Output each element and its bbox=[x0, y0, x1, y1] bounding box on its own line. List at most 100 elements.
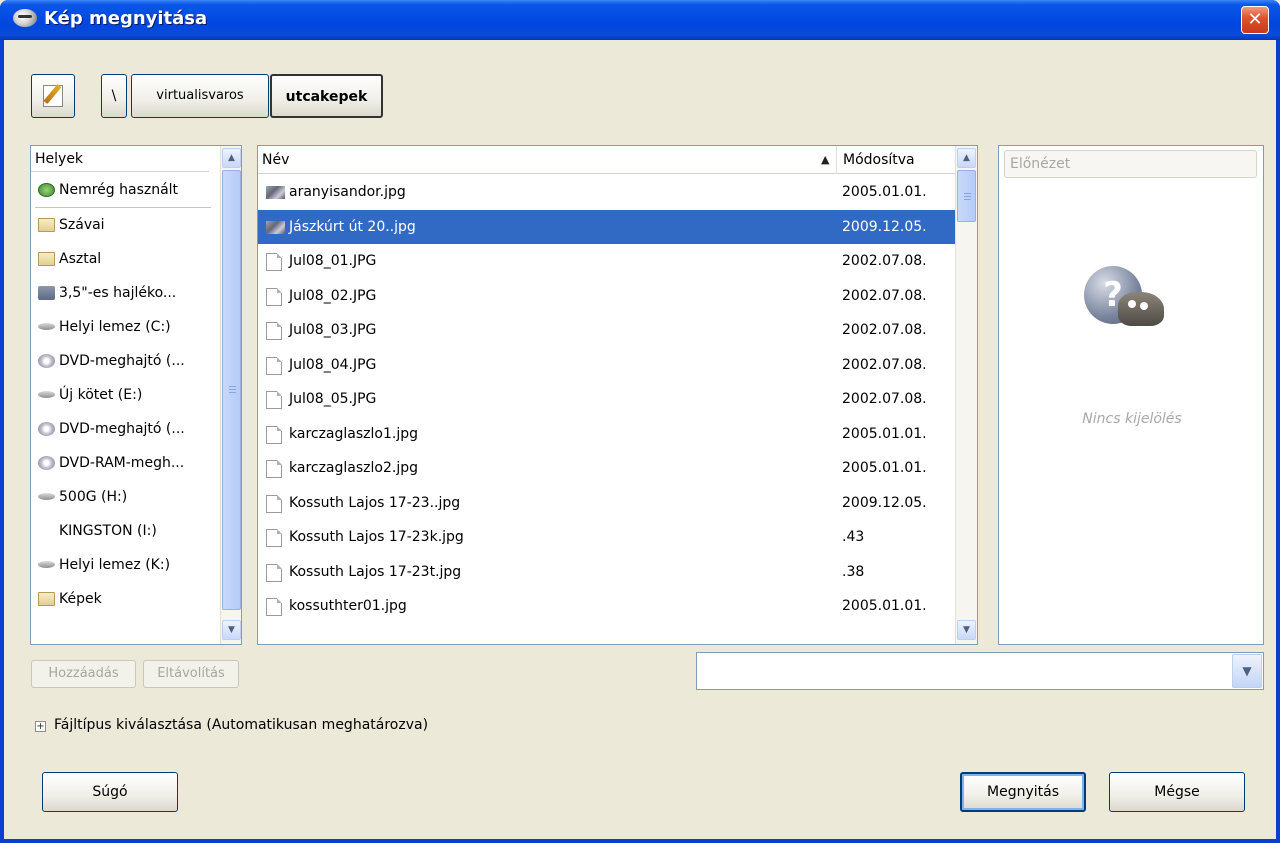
file-row[interactable]: aranyisandor.jpg 2005.01.01. bbox=[258, 175, 955, 210]
file-row[interactable]: Jászkúrt út 20..jpg 2009.12.05. bbox=[258, 209, 955, 244]
title-bar[interactable]: Kép megnyitása ✕ bbox=[0, 0, 1280, 40]
floppy-icon bbox=[38, 286, 55, 300]
places-header[interactable]: Helyek bbox=[31, 146, 209, 172]
image-thumbnail-icon bbox=[266, 186, 285, 199]
place-label: Új kötet (E:) bbox=[59, 387, 143, 403]
file-name: Kossuth Lajos 17-23t.jpg bbox=[289, 563, 462, 580]
file-row[interactable]: Jul08_03.JPG 2002.07.08. bbox=[258, 313, 955, 348]
document-icon bbox=[266, 425, 282, 444]
file-name: kossuthter01.jpg bbox=[289, 598, 407, 614]
scroll-down-arrow-icon[interactable]: ▼ bbox=[957, 620, 976, 640]
file-name: karczaglaszlo2.jpg bbox=[289, 460, 418, 476]
place-drive-c[interactable]: Helyi lemez (C:) bbox=[31, 310, 217, 344]
document-icon bbox=[266, 253, 282, 271]
scroll-thumb[interactable] bbox=[957, 170, 976, 222]
file-row[interactable]: Jul08_02.JPG 2002.07.08. bbox=[258, 279, 955, 314]
file-row[interactable]: karczaglaszlo2.jpg 2005.01.01. bbox=[258, 451, 955, 486]
place-label: 500G (H:) bbox=[59, 489, 128, 505]
file-row[interactable]: Kossuth Lajos 17-23k.jpg .43 bbox=[258, 520, 955, 555]
file-name: Kossuth Lajos 17-23..jpg bbox=[289, 494, 461, 511]
document-icon bbox=[266, 391, 282, 409]
preview-header[interactable]: Előnézet bbox=[1004, 150, 1257, 178]
file-list-panel: Név ▲ Módosítva aranyisandor.jpg 2005.01.… bbox=[257, 145, 978, 645]
folder-icon bbox=[38, 252, 55, 266]
type-location-button[interactable] bbox=[31, 74, 75, 118]
filetype-expander-label[interactable]: Fájltípus kiválasztása (Automatikusan me… bbox=[54, 717, 428, 733]
document-icon bbox=[266, 494, 282, 513]
scroll-grip bbox=[229, 392, 236, 393]
place-drive-i[interactable]: KINGSTON (I:) bbox=[31, 514, 217, 548]
file-row[interactable]: kossuthter01.jpg 2005.01.01. bbox=[258, 589, 955, 624]
hard-drive-icon bbox=[38, 391, 55, 398]
scroll-down-arrow-icon[interactable]: ▼ bbox=[222, 620, 241, 640]
document-icon bbox=[266, 529, 282, 547]
chevron-down-icon[interactable]: ▼ bbox=[1232, 654, 1262, 688]
column-header-name[interactable]: Név bbox=[262, 146, 289, 174]
places-scrollbar[interactable]: ▲ ▼ bbox=[220, 146, 241, 644]
remove-bookmark-button[interactable]: Eltávolítás bbox=[143, 660, 239, 688]
scroll-thumb[interactable] bbox=[222, 170, 241, 610]
file-modified-date: .38 bbox=[842, 563, 865, 580]
document-icon bbox=[266, 356, 282, 375]
file-name: Jul08_04.JPG bbox=[289, 356, 377, 373]
close-button[interactable]: ✕ bbox=[1241, 6, 1269, 34]
file-list: aranyisandor.jpg 2005.01.01. Jászkúrt út 2… bbox=[258, 175, 955, 624]
scroll-up-arrow-icon[interactable]: ▲ bbox=[222, 148, 241, 168]
place-dvd-d[interactable]: DVD-meghajtó (... bbox=[31, 344, 217, 378]
place-label: KINGSTON (I:) bbox=[59, 523, 157, 539]
column-header-modified[interactable]: Módosítva bbox=[836, 146, 955, 174]
breadcrumb-virtualisvaros[interactable]: virtualisvaros bbox=[131, 74, 269, 118]
place-label: DVD-meghajtó (... bbox=[59, 421, 185, 437]
place-label: DVD-RAM-megh... bbox=[59, 455, 185, 471]
dvd-drive-icon bbox=[38, 354, 55, 368]
file-row[interactable]: Jul08_05.JPG 2002.07.08. bbox=[258, 382, 955, 417]
help-button[interactable]: Súgó bbox=[42, 772, 178, 812]
file-modified-date: 2005.01.01. bbox=[842, 184, 927, 200]
file-row[interactable]: Jul08_01.JPG 2002.07.08. bbox=[258, 244, 955, 279]
places-panel: Helyek Nemrég használt Szávai Asztal 3,5… bbox=[30, 145, 242, 645]
document-icon bbox=[266, 322, 282, 340]
document-icon bbox=[266, 460, 282, 478]
place-drive-k[interactable]: Helyi lemez (K:) bbox=[31, 548, 217, 582]
file-modified-date: 2005.01.01. bbox=[842, 598, 927, 614]
place-recent[interactable]: Nemrég használt bbox=[31, 173, 217, 207]
breadcrumb-utcakepek[interactable]: utcakepek bbox=[270, 74, 383, 118]
scroll-grip bbox=[229, 389, 236, 390]
place-floppy[interactable]: 3,5"-es hajléko... bbox=[31, 276, 217, 310]
add-bookmark-button[interactable]: Hozzáadás bbox=[31, 660, 136, 688]
open-button[interactable]: Megnyitás bbox=[960, 772, 1086, 812]
hard-drive-icon bbox=[38, 561, 55, 568]
document-icon bbox=[266, 563, 282, 582]
cancel-button[interactable]: Mégse bbox=[1109, 772, 1245, 812]
expand-plus-icon[interactable]: + bbox=[35, 721, 46, 732]
place-szavai[interactable]: Szávai bbox=[31, 208, 217, 242]
scroll-grip bbox=[964, 196, 971, 197]
file-row[interactable]: Jul08_04.JPG 2002.07.08. bbox=[258, 348, 955, 383]
place-asztal[interactable]: Asztal bbox=[31, 242, 217, 276]
place-label: Képek bbox=[59, 591, 102, 607]
place-drive-h[interactable]: 500G (H:) bbox=[31, 480, 217, 514]
no-preview-icon: ? bbox=[1084, 266, 1164, 346]
place-dvd-ram[interactable]: DVD-RAM-megh... bbox=[31, 446, 217, 480]
file-modified-date: 2002.07.08. bbox=[842, 356, 927, 373]
place-dvd-f[interactable]: DVD-meghajtó (... bbox=[31, 412, 217, 446]
file-name: Jászkúrt út 20..jpg bbox=[289, 218, 416, 235]
file-open-dialog: Kép megnyitása ✕ \ virtualisvaros utcake… bbox=[0, 0, 1280, 843]
scroll-grip bbox=[964, 193, 971, 194]
file-filter-combo[interactable]: ▼ bbox=[696, 652, 1264, 690]
scroll-up-arrow-icon[interactable]: ▲ bbox=[957, 148, 976, 168]
place-label: Asztal bbox=[59, 251, 102, 267]
file-modified-date: 2002.07.08. bbox=[842, 391, 927, 407]
folder-icon bbox=[38, 592, 55, 606]
file-row[interactable]: karczaglaszlo1.jpg 2005.01.01. bbox=[258, 417, 955, 452]
place-kepek[interactable]: Képek bbox=[31, 582, 217, 616]
place-drive-e[interactable]: Új kötet (E:) bbox=[31, 378, 217, 412]
no-selection-text: Nincs kijelölés bbox=[1082, 411, 1182, 427]
breadcrumb-root[interactable]: \ bbox=[101, 74, 127, 118]
file-modified-date: 2005.01.01. bbox=[842, 460, 927, 476]
document-icon bbox=[266, 287, 282, 306]
files-scrollbar[interactable]: ▲ ▼ bbox=[955, 146, 977, 644]
file-row[interactable]: Kossuth Lajos 17-23t.jpg .38 bbox=[258, 555, 955, 590]
dialog-body: \ virtualisvaros utcakepek Helyek Nemrég… bbox=[4, 40, 1276, 839]
file-row[interactable]: Kossuth Lajos 17-23..jpg 2009.12.05. bbox=[258, 486, 955, 521]
